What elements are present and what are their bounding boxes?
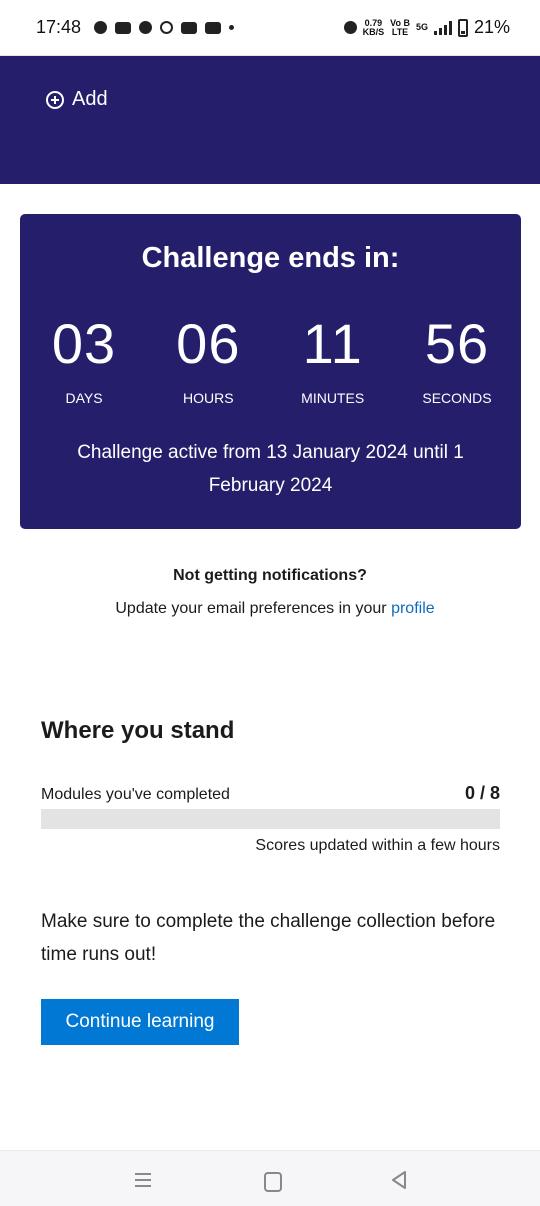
home-icon[interactable] (256, 1165, 286, 1195)
continue-learning-button[interactable]: Continue learning (41, 999, 239, 1045)
signal-icon (433, 20, 452, 35)
countdown-hours: 06 HOURS (158, 312, 258, 407)
progress-bar (41, 809, 500, 829)
status-time: 17:48 (36, 17, 82, 37)
back-icon[interactable] (384, 1165, 414, 1195)
status-bar: 17:48 0.79 KB/S Vo B LTE 5G 21% (0, 0, 540, 56)
plus-circle-icon (46, 90, 64, 109)
minutes-value: 11 (302, 312, 363, 375)
seconds-label: SECONDS (422, 390, 492, 406)
alarm-icon (343, 21, 357, 34)
modules-label: Modules you've completed (41, 786, 230, 803)
jio-icon (181, 21, 197, 34)
section-heading: Where you stand (41, 717, 235, 744)
hours-value: 06 (176, 312, 241, 375)
scores-note: Scores updated within a few hours (255, 837, 500, 854)
profile-link[interactable]: profile (391, 600, 435, 617)
app-icon (139, 21, 152, 34)
more-dot-icon (229, 25, 234, 30)
chat-icon (94, 21, 107, 34)
seconds-value: 56 (424, 312, 490, 375)
add-button[interactable]: Add (46, 88, 108, 111)
notifications-text: Update your email preferences in your pr… (0, 600, 540, 618)
countdown-title: Challenge ends in: (141, 242, 400, 274)
notifications-body: Update your email preferences in your (115, 600, 392, 617)
system-indicators: 0.79 KB/S Vo B LTE 5G 21% (343, 17, 510, 38)
paytm-icon (205, 21, 221, 34)
battery-icon (457, 18, 468, 37)
header-band: Add (0, 56, 540, 184)
instagram-icon (115, 21, 131, 34)
volte-indicator: Vo B LTE (390, 17, 410, 37)
check-circle-icon (160, 21, 173, 34)
modules-row: Modules you've completed 0 / 8 (41, 783, 500, 804)
encouragement-text: Make sure to complete the challenge coll… (41, 911, 496, 965)
recent-apps-icon[interactable] (128, 1165, 158, 1195)
notification-icons (94, 21, 234, 34)
modules-count: 0 / 8 (464, 783, 500, 803)
battery-percent: 21% (473, 17, 510, 37)
countdown-card: Challenge ends in: 03 DAYS 06 HOURS 11 M… (20, 214, 521, 529)
days-label: DAYS (65, 390, 103, 406)
5g-indicator: 5G (415, 22, 428, 32)
countdown-units: 03 DAYS 06 HOURS 11 MINUTES 56 SECONDS (34, 312, 507, 407)
countdown-seconds: 56 SECONDS (407, 312, 507, 407)
notifications-title: Not getting notifications? (173, 567, 367, 584)
countdown-days: 03 DAYS (34, 312, 134, 407)
network-speed: 0.79 KB/S (362, 17, 385, 37)
challenge-period: Challenge active from 13 January 2024 un… (77, 442, 464, 496)
days-value: 03 (51, 312, 117, 375)
system-nav-bar (0, 1150, 540, 1206)
hours-label: HOURS (183, 390, 234, 406)
countdown-minutes: 11 MINUTES (283, 312, 383, 407)
add-label: Add (72, 88, 108, 110)
minutes-label: MINUTES (301, 390, 365, 406)
